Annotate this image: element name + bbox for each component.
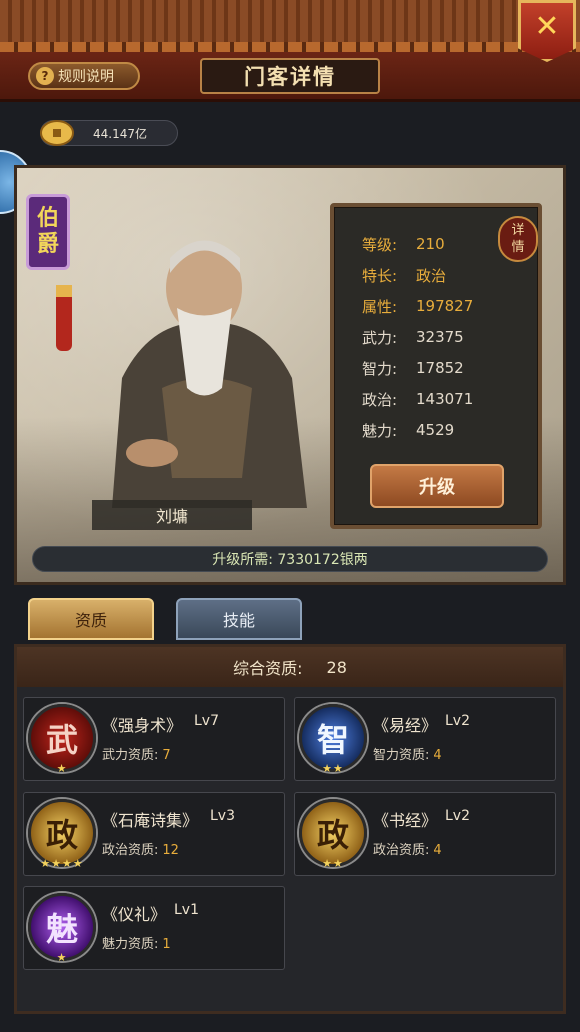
aptitude-value: 7 <box>162 748 171 763</box>
upgrade-button[interactable]: 升级 <box>370 464 504 508</box>
rules-button[interactable]: ? 规则说明 <box>28 62 140 90</box>
stat-label: 魅力: <box>362 421 398 440</box>
skill-glyph: 魅 <box>45 910 78 948</box>
rank-badge: 伯 爵 <box>26 194 70 270</box>
aptitude-label: 武力资质: <box>102 748 159 763</box>
skill-level: Lv2 <box>445 713 470 729</box>
skill-card[interactable]: 政 ★★★★ 《石庵诗集》 Lv3 政治资质: 12 <box>23 792 285 876</box>
stat-label: 属性: <box>362 297 398 316</box>
skill-name: 《仪礼》 <box>102 905 167 924</box>
aptitude-total-label: 综合资质: <box>233 659 303 678</box>
retainer-name: 刘墉 <box>92 500 252 530</box>
stat-value: 143071 <box>416 390 474 408</box>
stat-label: 政治: <box>362 390 398 409</box>
stat-attribute: 属性: 197827 <box>362 295 473 317</box>
skill-level: Lv1 <box>174 902 199 918</box>
aptitude-label: 政治资质: <box>102 843 159 858</box>
close-icon: ✕ <box>534 9 560 44</box>
details-label-1: 详 <box>511 223 525 238</box>
stat-value: 4529 <box>416 421 455 439</box>
stat-value: 政治 <box>416 266 447 285</box>
skill-card[interactable]: 政 ★★ 《书经》 Lv2 政治资质: 4 <box>294 792 556 876</box>
skill-aptitude: 武力资质: 7 <box>102 744 171 763</box>
question-icon: ? <box>36 67 54 85</box>
stat-value: 210 <box>416 235 445 253</box>
skill-card[interactable]: 魅 ★ 《仪礼》 Lv1 魅力资质: 1 <box>23 886 285 970</box>
skill-aptitude: 魅力资质: 1 <box>102 933 171 952</box>
coin-icon <box>40 120 74 146</box>
skill-name: 《易经》 <box>373 716 438 735</box>
roof-decoration <box>0 0 580 52</box>
skill-aptitude: 政治资质: 12 <box>102 839 179 858</box>
stat-charm: 魅力: 4529 <box>362 419 454 441</box>
skill-aptitude: 智力资质: 4 <box>373 744 442 763</box>
skill-card[interactable]: 智 ★★ 《易经》 Lv2 智力资质: 4 <box>294 697 556 781</box>
aptitude-label: 政治资质: <box>373 843 430 858</box>
rank-char-2: 爵 <box>36 232 59 257</box>
aptitude-label: 魅力资质: <box>102 937 159 952</box>
aptitude-value: 4 <box>433 748 442 763</box>
stat-level: 等级: 210 <box>362 233 445 255</box>
aptitude-total: 综合资质: 28 <box>17 647 563 687</box>
skill-glyph: 政 <box>45 816 78 854</box>
stat-value: 197827 <box>416 297 474 315</box>
star-rating: ★ <box>56 951 68 964</box>
tassel-decoration <box>56 285 72 351</box>
stat-force: 武力: 32375 <box>362 326 464 348</box>
skill-name: 《强身术》 <box>102 716 183 735</box>
stat-specialty: 特长: 政治 <box>362 264 446 286</box>
star-rating: ★ <box>56 762 68 775</box>
aptitude-total-value: 28 <box>326 657 347 677</box>
page-title: 门客详情 <box>200 58 380 94</box>
stat-label: 等级: <box>362 235 398 254</box>
aptitude-value: 1 <box>162 937 171 952</box>
skill-aptitude: 政治资质: 4 <box>373 839 442 858</box>
stat-value: 32375 <box>416 328 464 346</box>
rank-char-1: 伯 <box>36 206 59 231</box>
star-rating: ★★ <box>322 857 344 870</box>
skill-name: 《石庵诗集》 <box>102 811 199 830</box>
tab-skills[interactable]: 技能 <box>176 598 302 640</box>
stat-label: 智力: <box>362 359 398 378</box>
star-rating: ★★★★ <box>40 857 84 870</box>
stat-value: 17852 <box>416 359 464 377</box>
skill-name: 《书经》 <box>373 811 438 830</box>
stat-label: 武力: <box>362 328 398 347</box>
upgrade-cost: 升级所需: 7330172银两 <box>32 546 548 572</box>
stat-politics: 政治: 143071 <box>362 388 473 410</box>
currency-amount: 44.147亿 <box>93 126 147 141</box>
details-button[interactable]: 详 情 <box>498 216 538 262</box>
aptitude-label: 智力资质: <box>373 748 430 763</box>
aptitude-value: 4 <box>433 843 442 858</box>
skill-level: Lv3 <box>210 808 235 824</box>
skill-glyph: 武 <box>45 721 78 759</box>
stat-intelligence: 智力: 17852 <box>362 357 464 379</box>
skill-glyph: 智 <box>316 721 349 759</box>
rules-button-label: 规则说明 <box>58 69 114 85</box>
skill-glyph: 政 <box>316 816 349 854</box>
star-rating: ★★ <box>322 762 344 775</box>
skill-level: Lv2 <box>445 808 470 824</box>
retainer-figure <box>112 240 307 508</box>
skill-level: Lv7 <box>194 713 219 729</box>
header-bar: ? 规则说明 门客详情 <box>0 52 580 102</box>
stat-label: 特长: <box>362 266 398 285</box>
tab-aptitude[interactable]: 资质 <box>28 598 154 640</box>
details-label-2: 情 <box>511 240 525 255</box>
skill-card[interactable]: 武 ★ 《强身术》 Lv7 武力资质: 7 <box>23 697 285 781</box>
aptitude-value: 12 <box>162 843 179 858</box>
currency-display: 44.147亿 <box>40 120 178 146</box>
